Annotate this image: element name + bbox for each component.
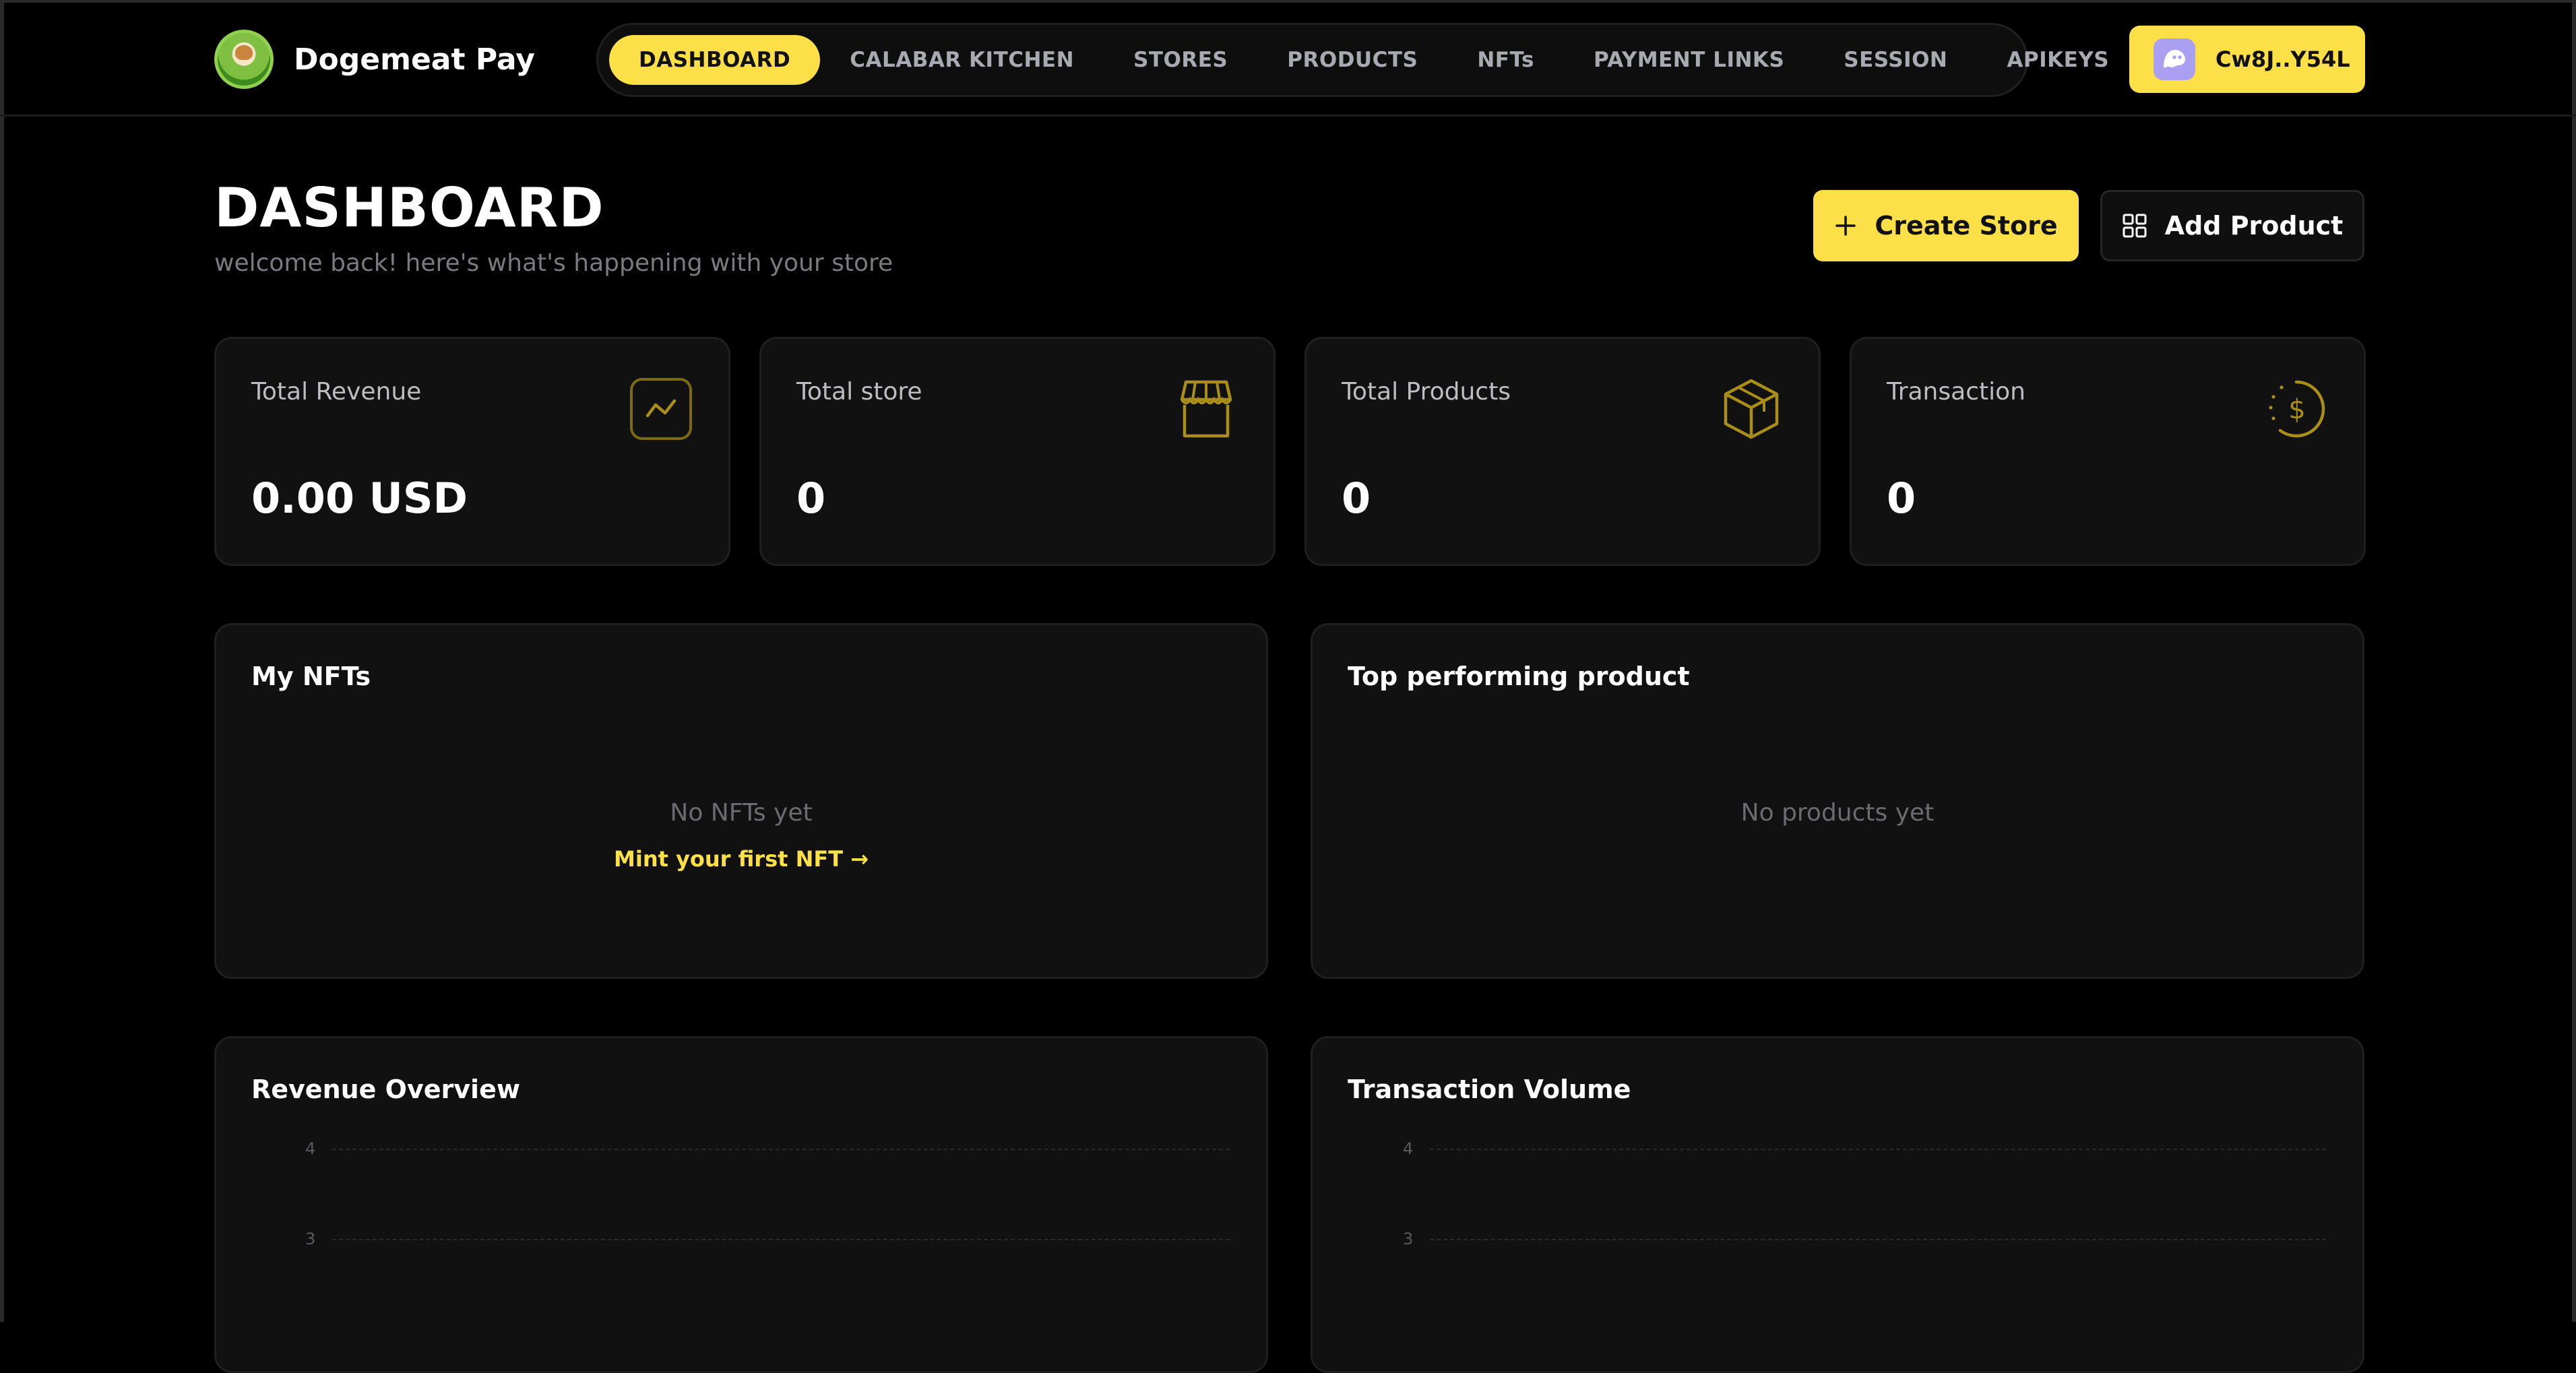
wallet-address: Cw8J..Y54L xyxy=(2216,46,2350,72)
svg-text:$: $ xyxy=(2288,394,2305,425)
nav-item-calabar-kitchen[interactable]: CALABAR KITCHEN xyxy=(820,35,1104,85)
panel-title: Revenue Overview xyxy=(251,1075,520,1104)
stat-value: 0.00 USD xyxy=(251,474,468,523)
nav-item-apikeys[interactable]: APIKEYS xyxy=(1977,35,2139,85)
add-product-button[interactable]: Add Product xyxy=(2100,190,2364,261)
gridline xyxy=(332,1239,1230,1240)
panel-title: My NFTs xyxy=(251,662,371,691)
nav-item-stores[interactable]: STORES xyxy=(1104,35,1257,85)
stat-label: Transaction xyxy=(1887,378,2025,406)
create-store-button[interactable]: Create Store xyxy=(1813,190,2079,261)
brand-name: Dogemeat Pay xyxy=(294,42,535,77)
page-title: DASHBOARD xyxy=(214,177,604,239)
stat-value: 0 xyxy=(1887,474,1916,523)
panel-title: Top performing product xyxy=(1348,662,1690,691)
revenue-overview-panel: Revenue Overview 4 3 xyxy=(214,1036,1268,1373)
panel-title: Transaction Volume xyxy=(1348,1075,1631,1104)
plus-icon xyxy=(1835,216,1856,236)
stat-value: 0 xyxy=(1342,474,1371,523)
stat-card-total-revenue: Total Revenue 0.00 USD xyxy=(214,337,730,566)
stat-label: Total Revenue xyxy=(251,378,422,406)
brand[interactable]: Dogemeat Pay xyxy=(214,30,535,89)
page-subtitle: welcome back! here's what's happening wi… xyxy=(214,249,893,277)
transaction-volume-panel: Transaction Volume 4 3 xyxy=(1311,1036,2364,1373)
create-store-label: Create Store xyxy=(1875,211,2058,241)
nav-item-nfts[interactable]: NFTs xyxy=(1447,35,1564,85)
wallet-button[interactable]: Cw8J..Y54L xyxy=(2129,26,2365,93)
y-axis-tick: 4 xyxy=(1403,1139,1414,1158)
package-box-icon xyxy=(1724,379,1779,439)
stat-card-transaction: Transaction 0 $ xyxy=(1850,337,2366,566)
stat-card-total-products: Total Products 0 xyxy=(1305,337,1821,566)
nav-item-products[interactable]: PRODUCTS xyxy=(1257,35,1447,85)
grid-icon xyxy=(2123,214,2147,238)
trend-chart-icon xyxy=(630,378,692,440)
phantom-ghost-icon xyxy=(2154,38,2195,80)
products-empty-text: No products yet xyxy=(1740,799,1935,827)
gridline xyxy=(332,1149,1230,1150)
y-axis-tick: 3 xyxy=(305,1230,316,1248)
my-nfts-panel: My NFTs No NFTs yet Mint your first NFT … xyxy=(214,623,1268,979)
y-axis-tick: 3 xyxy=(1403,1230,1414,1248)
nav-item-dashboard[interactable]: DASHBOARD xyxy=(609,35,821,85)
nav-item-session[interactable]: SESSION xyxy=(1814,35,1977,85)
stat-label: Total Products xyxy=(1342,378,1511,406)
mint-first-nft-link[interactable]: Mint your first NFT → xyxy=(216,846,1266,872)
top-product-panel: Top performing product No products yet xyxy=(1311,623,2364,979)
y-axis-tick: 4 xyxy=(305,1139,316,1158)
gridline xyxy=(1430,1149,2326,1150)
add-product-label: Add Product xyxy=(2164,211,2344,241)
brand-logo-icon xyxy=(214,30,274,89)
gridline xyxy=(1430,1239,2326,1240)
main-nav: DASHBOARD CALABAR KITCHEN STORES PRODUCT… xyxy=(596,23,2109,97)
stat-label: Total store xyxy=(796,378,922,406)
nfts-empty-text: No NFTs yet xyxy=(670,799,813,827)
top-bar: Dogemeat Pay DASHBOARD CALABAR KITCHEN S… xyxy=(0,0,2576,117)
stat-value: 0 xyxy=(796,474,826,523)
stat-card-total-store: Total store 0 xyxy=(759,337,1276,566)
storefront-icon xyxy=(1180,380,1232,438)
nav-item-payment-links[interactable]: PAYMENT LINKS xyxy=(1564,35,1814,85)
dollar-circle-icon: $ xyxy=(2269,380,2325,438)
